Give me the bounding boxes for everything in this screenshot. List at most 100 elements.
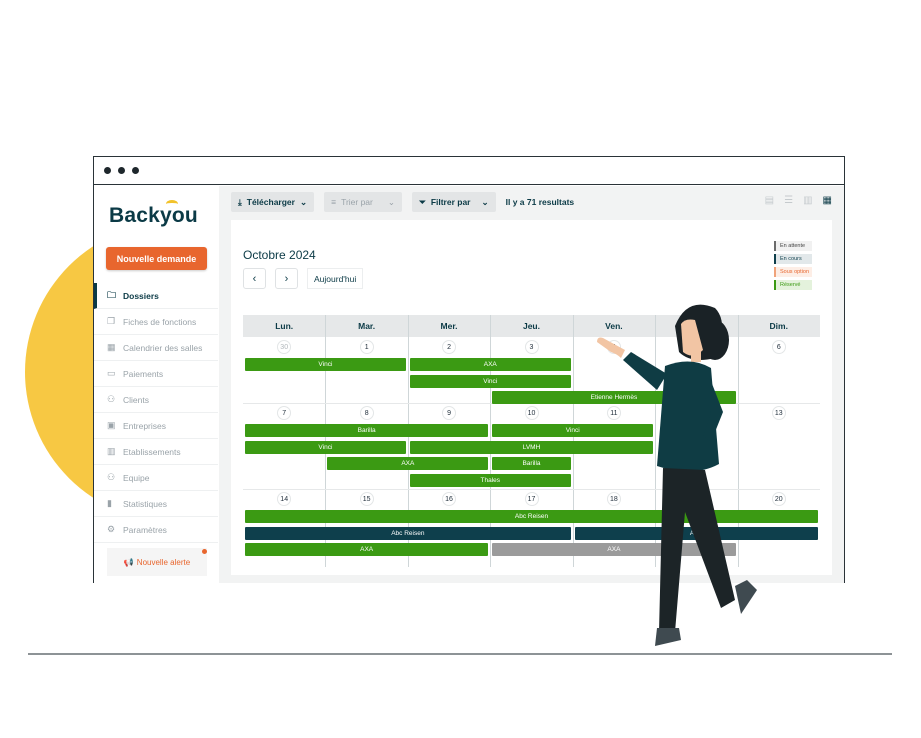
new-alert-button[interactable]: 📢 Nouvelle alerte	[107, 548, 207, 576]
sidebar-item-label: Clients	[123, 394, 149, 405]
copy-icon: ❐	[107, 316, 116, 326]
window-dot-icon	[132, 167, 139, 174]
window-dot-icon	[118, 167, 125, 174]
calendar-icon: ▦	[107, 342, 116, 352]
chart-view-icon[interactable]: ▥	[803, 195, 812, 206]
sidebar-item[interactable]: ⚇ Clients	[94, 387, 218, 413]
chevron-right-icon: ›	[284, 272, 289, 285]
today-button[interactable]: Aujourd'hui	[307, 268, 364, 289]
sort-label: Trier par	[341, 197, 373, 207]
weekday-label: Mer.	[440, 321, 458, 331]
calendar-event[interactable]: AXA	[327, 457, 489, 470]
card-view-icon[interactable]: ▤	[765, 195, 774, 206]
sort-dropdown[interactable]: ≡ Trier par ⌄	[324, 192, 402, 212]
calendar-event[interactable]: AXA	[245, 543, 489, 556]
sort-icon: ≡	[331, 197, 337, 207]
calendar-event[interactable]: Vinci	[245, 440, 406, 454]
day-number[interactable]: 15	[359, 492, 374, 506]
new-alert-label: Nouvelle alerte	[136, 557, 191, 567]
megaphone-icon: 📢	[123, 557, 134, 567]
calendar-event[interactable]: AXA	[409, 358, 571, 371]
team-icon: ⚇	[107, 472, 116, 482]
calendar-event[interactable]: Vinci	[245, 358, 406, 371]
sidebar-item[interactable]: 🗀 Dossiers	[94, 283, 218, 309]
presenter-illustration	[597, 304, 757, 646]
calendar-event[interactable]: Thales	[409, 473, 571, 487]
sidebar-item-label: Paramètres	[123, 524, 167, 535]
sidebar-item[interactable]: ▦ Calendrier des salles	[94, 335, 218, 361]
chevron-down-icon: ⌄	[299, 196, 308, 207]
sun-icon	[166, 200, 178, 208]
next-month-button[interactable]: ›	[275, 268, 298, 289]
legend-item: Réservé	[774, 280, 812, 290]
sidebar-item-label: Fiches de fonctions	[123, 316, 197, 327]
results-count: Il y a 71 resultats	[505, 197, 575, 207]
chevron-down-icon: ⌄	[387, 196, 395, 207]
day-number[interactable]: 7	[277, 406, 292, 420]
building-icon: ▥	[107, 446, 116, 456]
day-number[interactable]: 3	[524, 340, 539, 354]
card-icon: ▭	[107, 368, 116, 378]
users-icon: ⚇	[107, 394, 116, 404]
sidebar-item-label: Equipe	[123, 472, 150, 483]
day-number[interactable]: 16	[442, 492, 457, 506]
sidebar-item[interactable]: ⚙ Paramètres	[94, 517, 218, 543]
sidebar-item-label: Etablissements	[123, 446, 181, 457]
logo-text: Backyou	[109, 204, 198, 227]
sidebar-item[interactable]: ▥ Etablissements	[94, 439, 218, 465]
month-title: Octobre 2024	[243, 248, 316, 262]
calendar-event[interactable]: Vinci	[409, 374, 571, 388]
download-button[interactable]: ⤓ Télécharger ⌄	[231, 192, 315, 212]
day-number[interactable]: 14	[277, 492, 292, 506]
sidebar-item[interactable]: ❐ Fiches de fonctions	[94, 309, 218, 335]
day-number[interactable]: 10	[524, 406, 539, 420]
list-view-icon[interactable]: ☰	[784, 195, 793, 206]
woman-figure	[597, 304, 757, 646]
sidebar-item-label: Paiements	[123, 368, 164, 379]
day-number[interactable]: 17	[524, 492, 539, 506]
new-request-button[interactable]: Nouvelle demande	[106, 247, 207, 270]
legend-item: En attente	[774, 241, 812, 251]
sidebar-nav: 🗀 Dossiers ❐ Fiches de fonctions ▦ Calendrier…	[94, 283, 218, 543]
download-label: Télécharger	[246, 197, 295, 207]
filter-dropdown[interactable]: ⏷ Filtrer par ⌄	[412, 192, 496, 212]
day-number[interactable]: 1	[359, 340, 374, 354]
calendar-event[interactable]: Abc Reisen	[245, 526, 571, 540]
sidebar-item-label: Dossiers	[123, 290, 159, 301]
legend-item: Sous option	[774, 267, 812, 277]
sidebar-item[interactable]: ▮ Statistiques	[94, 491, 218, 517]
prev-month-button[interactable]: ‹	[243, 268, 266, 289]
sidebar-item-label: Calendrier des salles	[123, 342, 203, 353]
toolbar: ⤓ Télécharger ⌄ ≡ Trier par ⌄ ⏷ Filtrer …	[231, 192, 574, 212]
chevron-left-icon: ‹	[252, 272, 257, 285]
notification-dot	[202, 549, 207, 554]
download-icon: ⤓	[238, 196, 242, 207]
calendar-event[interactable]: Barilla	[245, 424, 489, 437]
sidebar-item[interactable]: ▭ Paiements	[94, 361, 218, 387]
folder-icon: 🗀	[107, 290, 117, 300]
weekday-label: Lun.	[275, 321, 294, 331]
filter-label: Filtrer par	[430, 197, 471, 207]
day-number[interactable]: 9	[442, 406, 457, 420]
briefcase-icon: ▣	[107, 420, 116, 430]
bar-chart-icon: ▮	[107, 498, 112, 508]
day-number[interactable]: 2	[442, 340, 457, 354]
chevron-down-icon: ⌄	[481, 196, 489, 207]
gear-icon: ⚙	[107, 524, 116, 534]
view-switcher: ▤ ☰ ▥ ▦	[765, 195, 832, 206]
sidebar-item[interactable]: ⚇ Equipe	[94, 465, 218, 491]
sidebar-item[interactable]: ▣ Entreprises	[94, 413, 218, 439]
filter-icon: ⏷	[419, 196, 426, 207]
window-titlebar	[94, 157, 844, 185]
calendar-event[interactable]: Barilla	[492, 457, 571, 470]
weekday-label: Mar.	[358, 321, 376, 331]
day-number[interactable]: 30	[277, 340, 292, 354]
logo[interactable]: Backyou	[109, 200, 198, 228]
window-dot-icon	[104, 167, 111, 174]
sidebar-item-label: Statistiques	[123, 498, 167, 509]
day-number[interactable]: 8	[359, 406, 374, 420]
sidebar-item-label: Entreprises	[123, 420, 166, 431]
weekday-label: Jeu.	[522, 321, 540, 331]
calendar-view-icon[interactable]: ▦	[823, 195, 832, 206]
status-legend: En attente En cours Sous option Réservé	[774, 241, 812, 290]
